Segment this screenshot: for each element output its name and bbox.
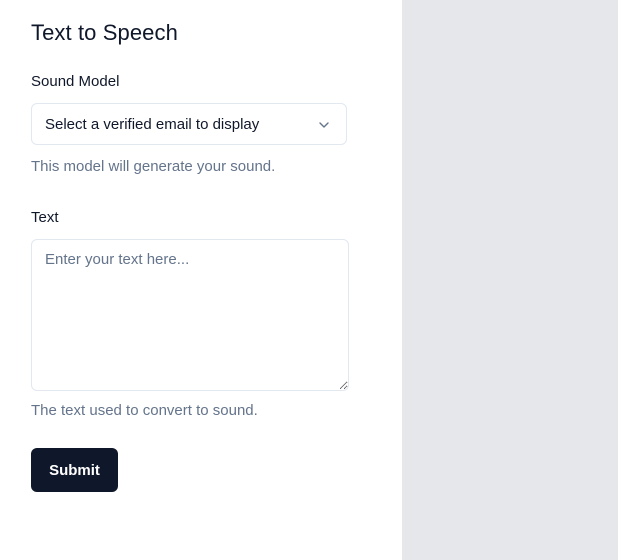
text-label: Text	[31, 209, 59, 226]
page: Text to Speech Sound Model Select a veri…	[0, 0, 618, 560]
page-title: Text to Speech	[31, 20, 178, 45]
text-hint: The text used to convert to sound.	[31, 402, 258, 419]
text-input[interactable]	[31, 239, 349, 391]
chevron-down-icon	[319, 122, 329, 128]
side-panel	[402, 0, 618, 560]
sound-model-label: Sound Model	[31, 73, 120, 90]
sound-model-select[interactable]: Select a verified email to display	[31, 103, 347, 145]
form-panel: Text to Speech Sound Model Select a veri…	[0, 0, 402, 560]
sound-model-selected-value: Select a verified email to display	[45, 116, 260, 133]
sound-model-hint: This model will generate your sound.	[31, 158, 276, 175]
submit-button[interactable]: Submit	[31, 448, 118, 492]
